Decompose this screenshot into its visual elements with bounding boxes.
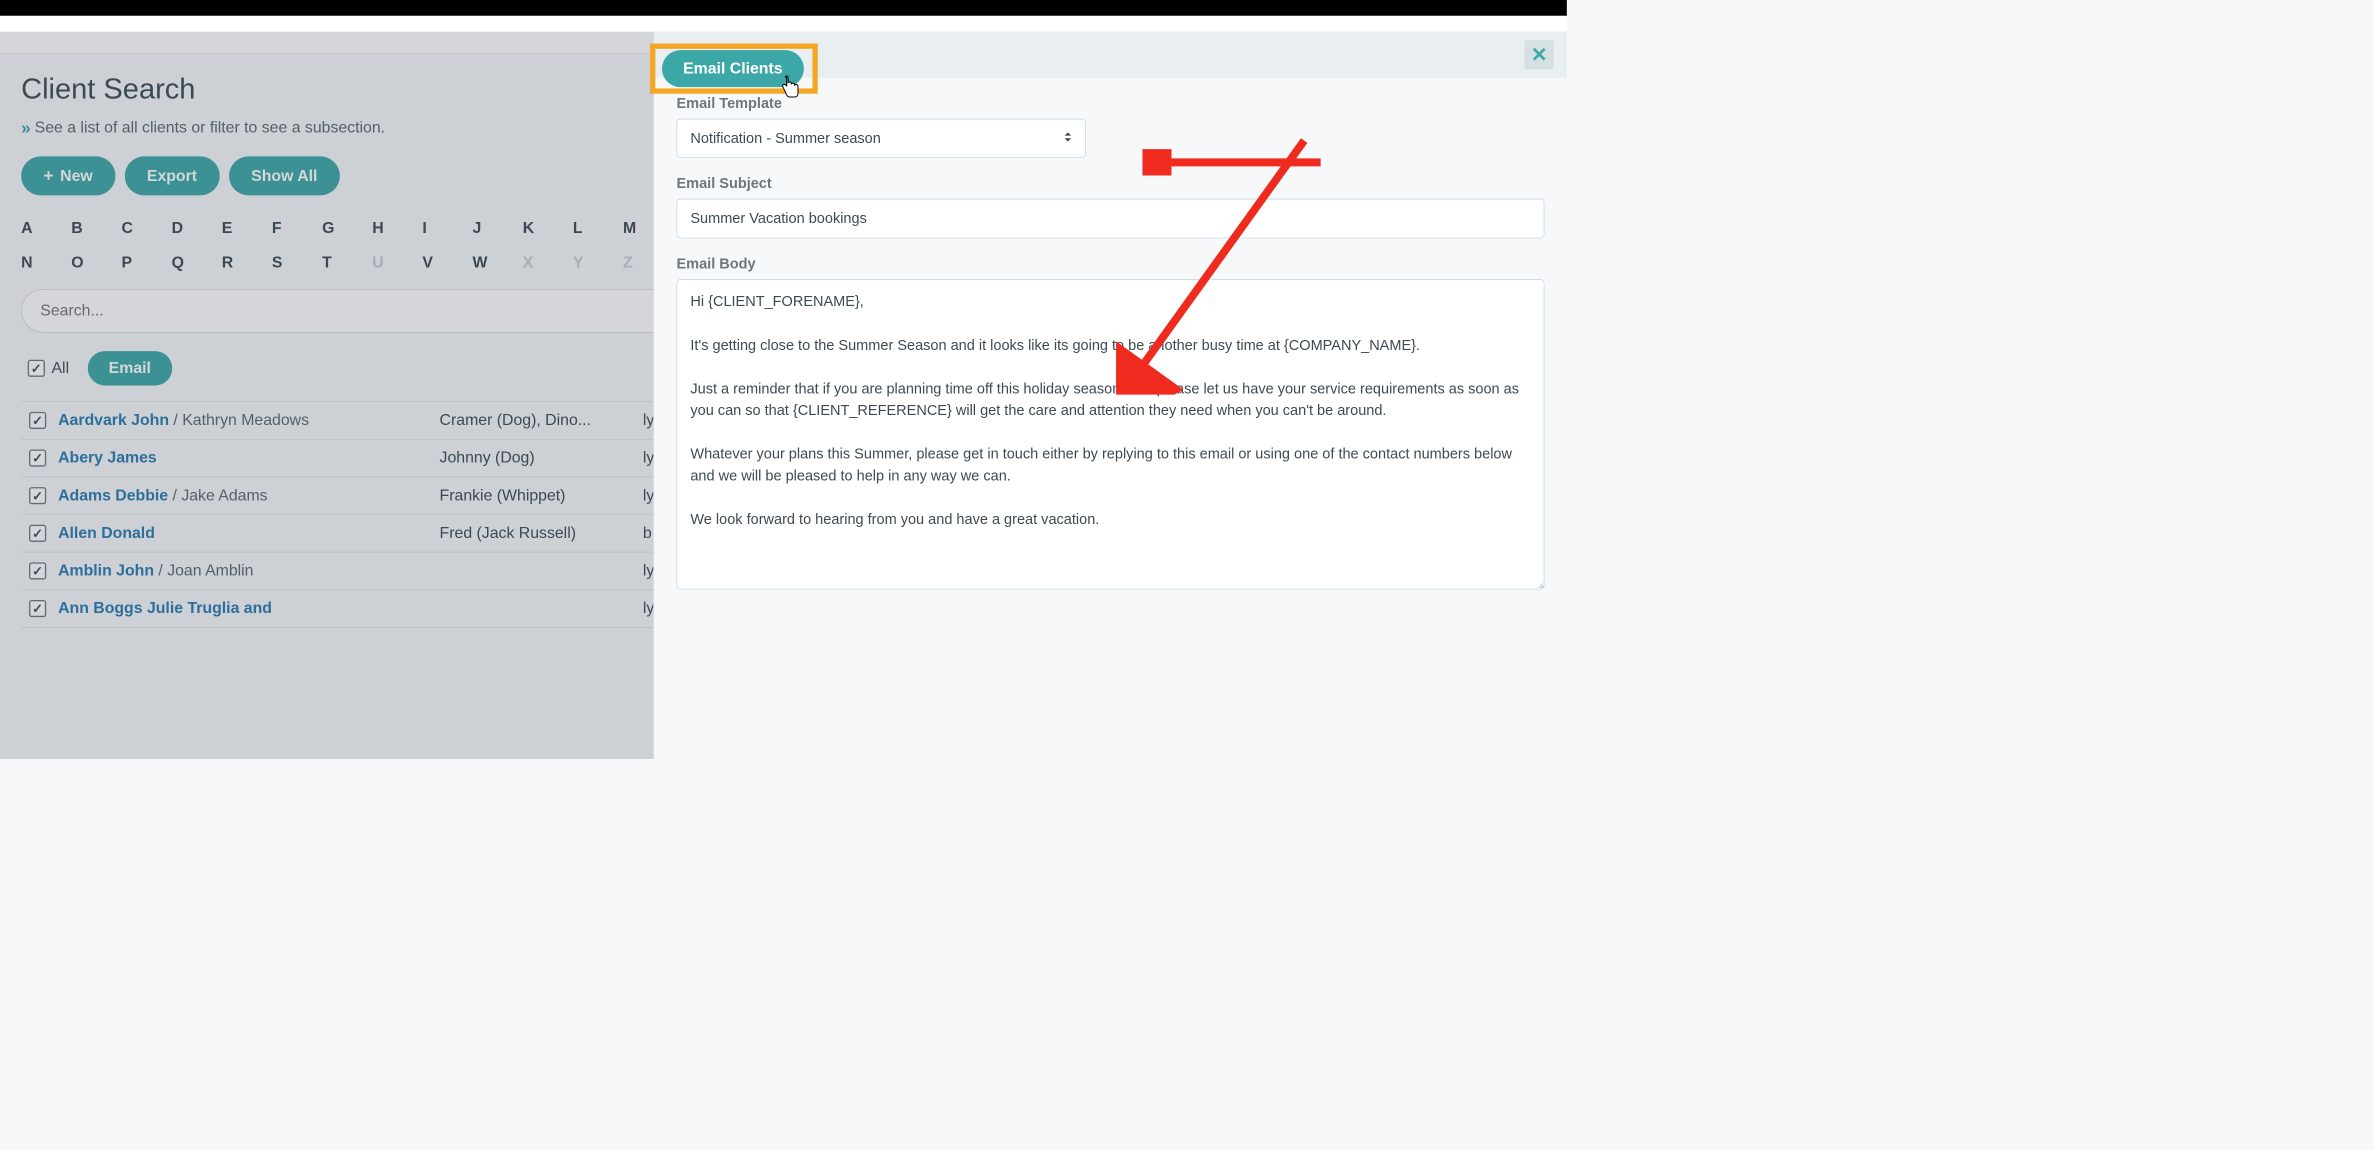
- alpha-filter-T[interactable]: T: [322, 249, 372, 275]
- email-filter-label: Email: [109, 359, 151, 377]
- alpha-filter-C[interactable]: C: [121, 215, 171, 241]
- alpha-filter-J[interactable]: J: [473, 215, 523, 241]
- client-name-link[interactable]: Allen Donald: [58, 524, 155, 542]
- alpha-filter-S[interactable]: S: [272, 249, 322, 275]
- email-clients-button[interactable]: Email Clients: [662, 50, 804, 87]
- subject-form-group: Email Subject: [677, 175, 1545, 238]
- email-subject-input[interactable]: [677, 199, 1545, 239]
- body-label: Email Body: [677, 255, 1545, 272]
- alpha-filter-K[interactable]: K: [523, 215, 573, 241]
- all-checkbox-label: All: [51, 359, 69, 377]
- row-checkbox[interactable]: [29, 412, 46, 429]
- client-pet: Johnny (Dog): [440, 449, 631, 467]
- page-subtitle: See a list of all clients or filter to s…: [35, 118, 385, 136]
- close-panel-button[interactable]: ✕: [1525, 40, 1554, 69]
- subject-label: Email Subject: [677, 175, 1545, 192]
- plus-icon: +: [44, 166, 54, 186]
- export-button[interactable]: Export: [124, 156, 219, 195]
- alpha-filter-P[interactable]: P: [121, 249, 171, 275]
- email-filter-button[interactable]: Email: [88, 351, 173, 385]
- alpha-filter-D[interactable]: D: [172, 215, 222, 241]
- alpha-filter-H[interactable]: H: [372, 215, 422, 241]
- row-checkbox[interactable]: [29, 600, 46, 617]
- alpha-filter-G[interactable]: G: [322, 215, 372, 241]
- alpha-filter-W[interactable]: W: [473, 249, 523, 275]
- alpha-filter-R[interactable]: R: [222, 249, 272, 275]
- client-secondary: / Joan Amblin: [154, 562, 253, 580]
- show-all-button-label: Show All: [251, 167, 317, 185]
- double-chevron-icon: »: [21, 117, 27, 137]
- alpha-filter-A[interactable]: A: [21, 215, 71, 241]
- client-pet: Cramer (Dog), Dino...: [440, 411, 631, 429]
- client-pet: Frankie (Whippet): [440, 486, 631, 504]
- template-label: Email Template: [677, 95, 1545, 112]
- close-icon: ✕: [1531, 43, 1548, 66]
- alpha-filter-Q[interactable]: Q: [172, 249, 222, 275]
- alpha-filter-L[interactable]: L: [573, 215, 623, 241]
- client-name-link[interactable]: Amblin John: [58, 562, 154, 580]
- alpha-filter-B[interactable]: B: [71, 215, 121, 241]
- alpha-filter-F[interactable]: F: [272, 215, 322, 241]
- client-name-link[interactable]: Adams Debbie: [58, 486, 168, 504]
- show-all-button[interactable]: Show All: [229, 156, 340, 195]
- template-form-group: Email Template Notification - Summer sea…: [677, 95, 1545, 158]
- alpha-filter-I[interactable]: I: [422, 215, 472, 241]
- all-checkbox-wrap[interactable]: All: [28, 359, 69, 377]
- email-body-textarea[interactable]: [677, 279, 1545, 589]
- export-button-label: Export: [147, 167, 197, 185]
- alpha-filter-U[interactable]: U: [372, 249, 422, 275]
- alpha-filter-N[interactable]: N: [21, 249, 71, 275]
- alpha-filter-Y[interactable]: Y: [573, 249, 623, 275]
- email-template-select[interactable]: Notification - Summer season: [677, 119, 1086, 158]
- new-button-label: New: [60, 167, 93, 185]
- alpha-filter-V[interactable]: V: [422, 249, 472, 275]
- new-button[interactable]: + New: [21, 156, 115, 195]
- email-clients-panel: Email Clients ✕ Email Template Notificat…: [653, 32, 1566, 759]
- body-form-group: Email Body: [677, 255, 1545, 592]
- client-name-link[interactable]: Abery James: [58, 449, 157, 467]
- client-name-link[interactable]: Aardvark John: [58, 411, 169, 429]
- all-checkbox[interactable]: [28, 360, 45, 377]
- email-clients-button-label: Email Clients: [683, 59, 782, 77]
- client-secondary: / Jake Adams: [168, 486, 267, 504]
- row-checkbox[interactable]: [29, 562, 46, 579]
- alpha-filter-E[interactable]: E: [222, 215, 272, 241]
- row-checkbox[interactable]: [29, 487, 46, 504]
- row-checkbox[interactable]: [29, 525, 46, 542]
- client-email: b: [643, 524, 652, 542]
- client-secondary: / Kathryn Meadows: [169, 411, 309, 429]
- window-titlebar: [0, 0, 1567, 16]
- row-checkbox[interactable]: [29, 449, 46, 466]
- alpha-filter-O[interactable]: O: [71, 249, 121, 275]
- client-name-link[interactable]: Ann Boggs Julie Truglia and: [58, 599, 272, 617]
- alpha-filter-X[interactable]: X: [523, 249, 573, 275]
- client-pet: Fred (Jack Russell): [440, 524, 631, 542]
